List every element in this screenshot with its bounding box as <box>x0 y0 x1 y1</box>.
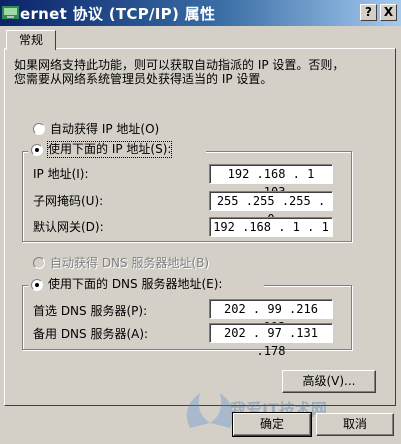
cancel-button[interactable]: 取消 <box>316 413 394 436</box>
ip-address-field[interactable]: 192 .168 . 1 .103 <box>209 164 333 199</box>
close-button[interactable]: X <box>380 4 397 21</box>
title-bar[interactable]: ernet 协议 (TCP/IP) 属性 ? X <box>0 0 401 26</box>
ip-address-label: IP 地址(I): <box>33 167 89 181</box>
preferred-dns-label: 首选 DNS 服务器(P): <box>33 304 148 318</box>
subnet-mask-field[interactable]: 255 .255 .255 . 0 <box>209 191 333 226</box>
dns-auto-radio[interactable] <box>33 257 45 269</box>
network-app-icon <box>2 4 19 21</box>
tab-general[interactable]: 常规 <box>6 30 56 50</box>
ip-auto-radio[interactable] <box>33 123 45 135</box>
help-button[interactable]: ? <box>360 4 377 21</box>
preferred-dns-field[interactable]: 202 . 99 .216 .113 <box>209 299 333 334</box>
subnet-mask-label: 子网掩码(U): <box>33 194 104 208</box>
dns-auto-label[interactable]: 自动获得 DNS 服务器地址(B) <box>50 256 209 271</box>
dns-manual-legend: 使用下面的 DNS 服务器地址(E): <box>28 277 264 293</box>
ip-manual-legend: 使用下面的 IP 地址(S): <box>28 141 206 158</box>
ok-button[interactable]: 确定 <box>232 412 312 437</box>
dns-manual-radio[interactable] <box>31 279 43 291</box>
default-gateway-label: 默认网关(D): <box>33 220 104 234</box>
intro-text-line-1: 如果网络支持此功能，则可以获取自动指派的 IP 设置。否则， <box>14 58 345 72</box>
dns-manual-label[interactable]: 使用下面的 DNS 服务器地址(E): <box>48 277 222 292</box>
window-title: ernet 协议 (TCP/IP) 属性 <box>20 5 216 23</box>
ip-auto-label[interactable]: 自动获得 IP 地址(O) <box>50 122 159 137</box>
intro-text-line-2: 您需要从网络系统管理员处获得适当的 IP 设置。 <box>14 72 273 86</box>
ip-manual-label[interactable]: 使用下面的 IP 地址(S): <box>46 141 173 158</box>
alternate-dns-field[interactable]: 202 . 97 .131 .178 <box>209 323 333 358</box>
alternate-dns-label: 备用 DNS 服务器(A): <box>33 327 149 341</box>
default-gateway-field[interactable]: 192 .168 . 1 . 1 <box>209 217 333 237</box>
ip-manual-radio[interactable] <box>31 144 43 156</box>
